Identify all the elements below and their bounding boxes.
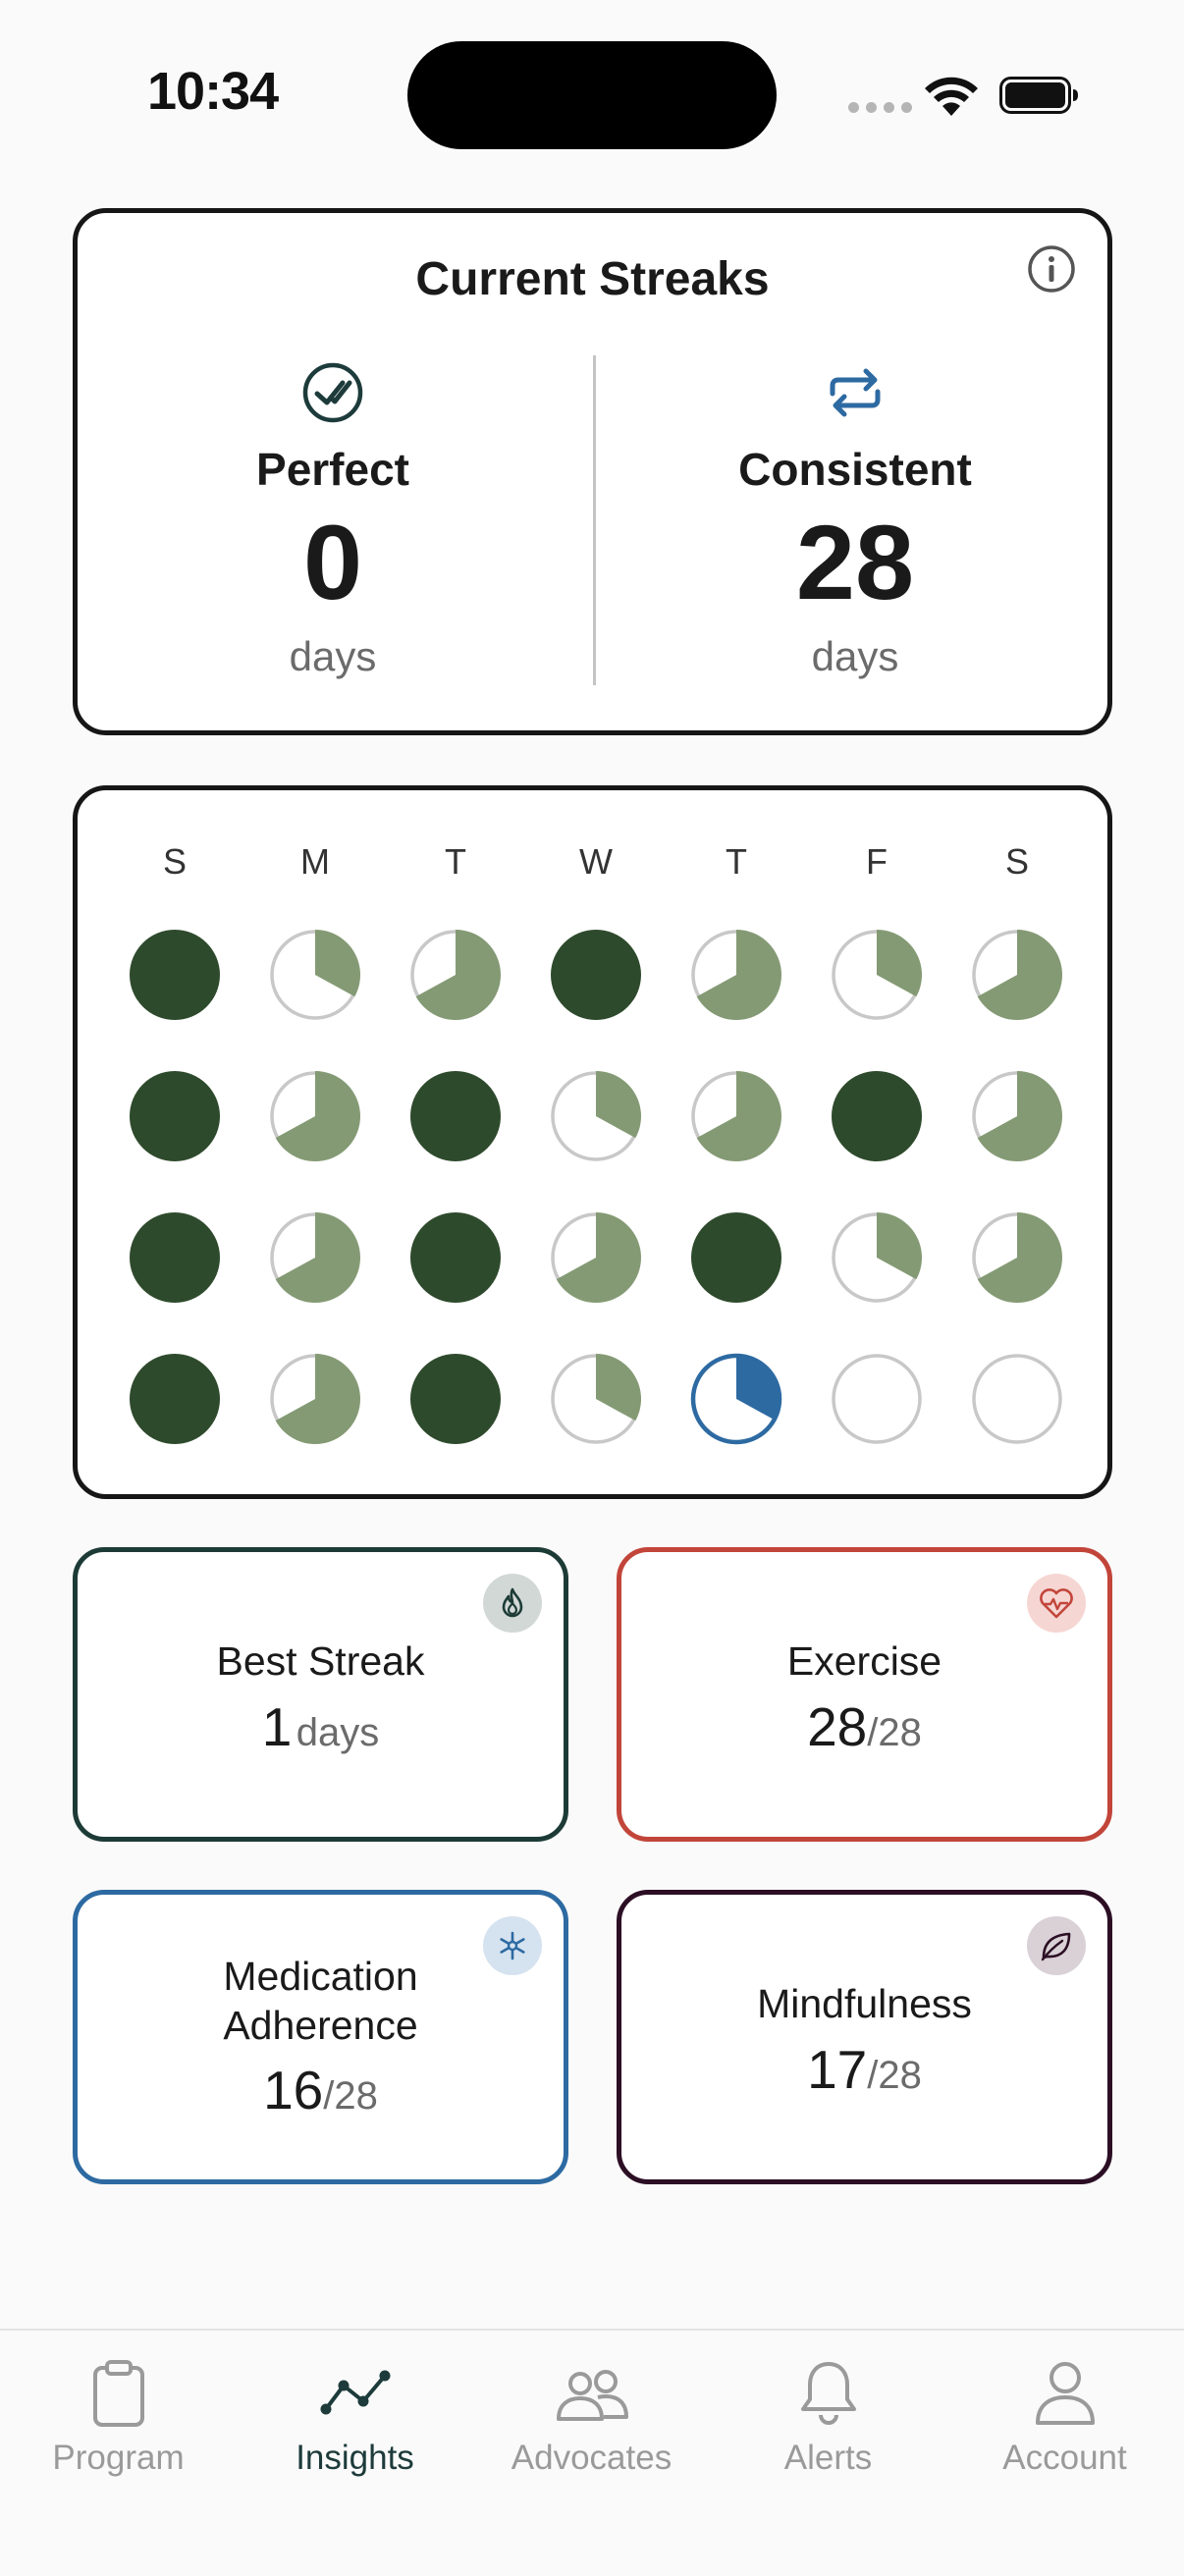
mindfulness-number: 17 xyxy=(807,2039,868,2100)
day-progress-indicator[interactable] xyxy=(266,1067,364,1165)
day-progress-indicator[interactable] xyxy=(547,1208,645,1307)
flame-badge xyxy=(483,1574,542,1633)
medication-adherence-card[interactable]: Medication Adherence 16/28 xyxy=(73,1890,568,2184)
tab-alerts[interactable]: Alerts xyxy=(710,2331,946,2497)
tab-advocates-label: Advocates xyxy=(511,2439,673,2477)
tab-insights[interactable]: Insights xyxy=(237,2331,473,2497)
medication-label-line2: Adherence xyxy=(223,2003,418,2048)
consistent-streak: Consistent 28 days xyxy=(600,360,1110,680)
day-progress-indicator[interactable] xyxy=(828,1208,926,1307)
day-progress-indicator[interactable] xyxy=(126,1067,224,1165)
medication-number: 16 xyxy=(263,2060,324,2120)
bell-icon xyxy=(800,2362,856,2425)
current-streaks-title: Current Streaks xyxy=(415,253,770,305)
info-icon[interactable] xyxy=(1025,242,1078,295)
medication-value: 16/28 xyxy=(78,2059,564,2121)
weekday-label: F xyxy=(866,841,888,882)
day-progress-indicator[interactable] xyxy=(406,1208,505,1307)
day-progress-indicator[interactable] xyxy=(828,1067,926,1165)
person-icon xyxy=(1035,2362,1095,2425)
day-progress-indicator[interactable] xyxy=(547,1350,645,1448)
trend-line-icon xyxy=(320,2370,390,2415)
day-progress-indicator[interactable] xyxy=(687,1067,785,1165)
clipboard-icon xyxy=(92,2360,144,2427)
day-progress-indicator[interactable] xyxy=(406,1350,505,1448)
status-time: 10:34 xyxy=(147,62,279,121)
tab-advocates[interactable]: Advocates xyxy=(473,2331,710,2497)
consistent-unit: days xyxy=(811,633,899,679)
tab-insights-label: Insights xyxy=(296,2439,414,2477)
best-streak-unit: days xyxy=(296,1711,380,1754)
dynamic-island xyxy=(407,41,777,149)
cellular-signal-icon xyxy=(848,102,912,113)
weekday-label: S xyxy=(162,841,187,882)
weekday-label: S xyxy=(1004,841,1029,882)
best-streak-label: Best Streak xyxy=(216,1638,425,1684)
repeat-icon xyxy=(830,368,881,417)
best-streak-value: 1 days xyxy=(78,1695,564,1758)
mindfulness-label: Mindfulness xyxy=(757,1981,972,2026)
consistent-label: Consistent xyxy=(738,444,972,495)
heart-badge xyxy=(1027,1574,1086,1633)
current-streaks-card: Current Streaks Perfect 0 days Consisten… xyxy=(73,208,1112,735)
perfect-unit: days xyxy=(289,633,377,679)
mindfulness-total: /28 xyxy=(867,2054,922,2097)
people-icon xyxy=(556,2370,628,2421)
day-progress-indicator[interactable] xyxy=(968,1208,1066,1307)
streak-divider xyxy=(593,355,596,685)
day-progress-indicator[interactable] xyxy=(828,926,926,1024)
status-bar: 10:34 xyxy=(0,0,1184,187)
day-progress-indicator[interactable] xyxy=(687,1350,785,1448)
heart-pulse-icon xyxy=(1040,1588,1073,1619)
day-progress-indicator[interactable] xyxy=(968,926,1066,1024)
day-progress-indicator[interactable] xyxy=(828,1350,926,1448)
day-progress-indicator[interactable] xyxy=(266,1208,364,1307)
perfect-streak: Perfect 0 days xyxy=(78,360,588,680)
tab-program[interactable]: Program xyxy=(0,2331,237,2497)
consistent-value: 28 xyxy=(795,503,915,621)
mindfulness-value: 17/28 xyxy=(621,2038,1107,2101)
day-progress-indicator[interactable] xyxy=(968,1067,1066,1165)
perfect-value: 0 xyxy=(302,503,363,621)
tab-alerts-label: Alerts xyxy=(783,2439,873,2477)
medication-total: /28 xyxy=(323,2074,378,2118)
best-streak-number: 1 xyxy=(261,1696,293,1757)
day-progress-indicator[interactable] xyxy=(126,1350,224,1448)
day-progress-indicator[interactable] xyxy=(266,1350,364,1448)
day-progress-indicator[interactable] xyxy=(968,1350,1066,1448)
day-progress-indicator[interactable] xyxy=(547,1067,645,1165)
tab-bar: Program Insights Advocates Alerts Accoun… xyxy=(0,2329,1184,2576)
day-progress-indicator[interactable] xyxy=(547,926,645,1024)
tab-account[interactable]: Account xyxy=(946,2331,1183,2497)
wifi-icon xyxy=(925,77,978,116)
tab-account-label: Account xyxy=(1002,2439,1127,2477)
day-progress-indicator[interactable] xyxy=(687,1208,785,1307)
day-progress-indicator[interactable] xyxy=(126,926,224,1024)
weekday-label: T xyxy=(726,841,747,882)
day-progress-indicator[interactable] xyxy=(266,926,364,1024)
exercise-card[interactable]: Exercise 28/28 xyxy=(617,1547,1112,1842)
weekday-label: M xyxy=(300,841,330,882)
weekday-label: T xyxy=(445,841,466,882)
tab-program-label: Program xyxy=(52,2439,185,2477)
day-progress-indicator[interactable] xyxy=(126,1208,224,1307)
best-streak-card[interactable]: Best Streak 1 days xyxy=(73,1547,568,1842)
day-progress-indicator[interactable] xyxy=(406,1067,505,1165)
mindfulness-card[interactable]: Mindfulness 17/28 xyxy=(617,1890,1112,2184)
battery-icon xyxy=(999,77,1078,114)
leaf-icon xyxy=(1041,1932,1071,1961)
exercise-number: 28 xyxy=(807,1696,868,1757)
day-progress-indicator[interactable] xyxy=(406,926,505,1024)
medication-label-line1: Medication xyxy=(223,1954,418,1999)
exercise-value: 28/28 xyxy=(621,1695,1107,1758)
exercise-label: Exercise xyxy=(786,1638,942,1684)
weekday-label: W xyxy=(579,841,613,882)
day-progress-indicator[interactable] xyxy=(687,926,785,1024)
streak-calendar: S M T W T F S xyxy=(73,785,1112,1499)
double-check-icon xyxy=(302,362,363,423)
perfect-label: Perfect xyxy=(256,444,409,495)
flame-icon xyxy=(502,1587,523,1618)
leaf-badge xyxy=(1027,1916,1086,1975)
exercise-total: /28 xyxy=(867,1711,922,1754)
